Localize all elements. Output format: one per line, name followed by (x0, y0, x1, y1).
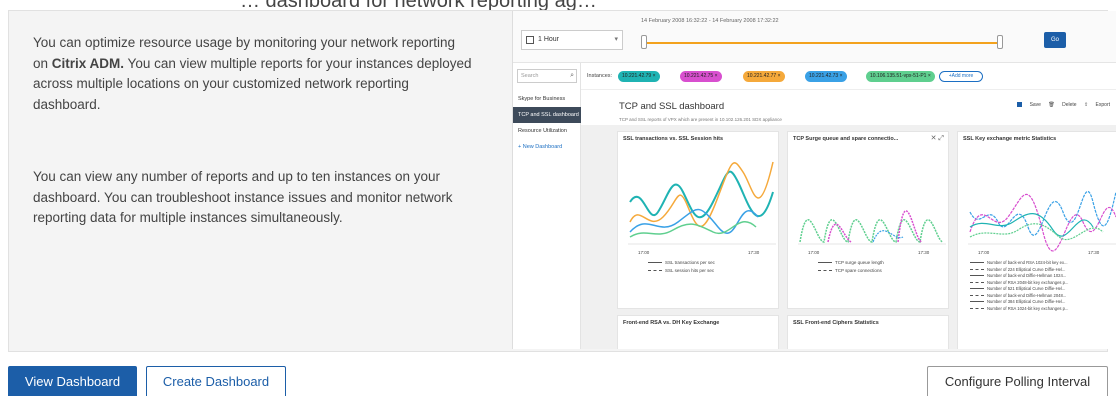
dashboard-sidebar: Search ⌕ Skype for Business TCP and SSL d… (513, 63, 581, 349)
configure-polling-interval-button[interactable]: Configure Polling Interval (927, 366, 1108, 396)
chart-legend-item: Number of RSA 1024-bit key exchanges p..… (970, 306, 1068, 311)
dashboard-title: TCP and SSL dashboard (619, 101, 725, 112)
add-more-instances: +Add more (939, 71, 983, 82)
dashboard-preview-image: 1 Hour ▾ 14 February 2008 16:32:22 - 14 F… (512, 11, 1116, 349)
chart-tick: 17:30 (748, 250, 760, 255)
dashboard-subtitle: TCP and SSL reports of VPX which are pre… (619, 117, 782, 122)
chart-tick: 17:00 (808, 250, 820, 255)
instance-pill: 10.221.42.73 × (805, 71, 847, 82)
sidebar-search: Search ⌕ (517, 69, 577, 83)
delete-action: 🗑 Delete (1048, 102, 1077, 108)
description-paragraph-2: You can view any number of reports and u… (33, 169, 453, 225)
export-action: ⇪ Export (1083, 102, 1110, 108)
chart-legend-item: Number of 224 Elliptical Curve Diffie-He… (970, 267, 1065, 272)
chart-card-ssl-key-exchange: SSL Key exchange metric Statistics 17:00… (957, 131, 1116, 349)
time-slider-handle-end (997, 35, 1003, 49)
chart-tick: 17:00 (638, 250, 650, 255)
go-button: Go (1044, 32, 1066, 48)
chevron-down-icon: ▾ (614, 36, 618, 43)
sidebar-item-resource: Resource Utilization (518, 128, 567, 134)
instances-label: Instances: (587, 73, 613, 79)
view-dashboard-button[interactable]: View Dashboard (8, 366, 137, 396)
chart-legend-item: Number of back-end RSA 1024-bit key ex..… (970, 260, 1068, 265)
time-range-bar: 1 Hour ▾ 14 February 2008 16:32:22 - 14 F… (513, 11, 1116, 63)
chart-legend-item: Number of back-end Diffie-Hellman 1024..… (970, 273, 1066, 278)
card-title: SSL Front-end Ciphers Statistics (793, 320, 879, 326)
chart-tick: 17:30 (1088, 250, 1100, 255)
sidebar-item-new-dashboard: + New Dashboard (518, 144, 563, 150)
instance-pill: 10.221.42.79 × (618, 71, 660, 82)
info-panel: You can optimize resource usage by monit… (8, 10, 1116, 352)
instance-pill: 10.221.42.77 × (743, 71, 785, 82)
ssl-transactions-chart (628, 161, 776, 245)
time-period-select: 1 Hour ▾ (521, 30, 623, 50)
tcp-surge-chart (798, 210, 946, 245)
chart-legend-item: SSL transactions per sec (648, 260, 715, 265)
card-title: Front-end RSA vs. DH Key Exchange (623, 320, 720, 326)
create-dashboard-button[interactable]: Create Dashboard (146, 366, 286, 396)
chart-legend-item: Number of 384 Elliptical Curve Diffie-He… (970, 299, 1065, 304)
time-range-label: 14 February 2008 16:32:22 - 14 February … (641, 18, 779, 24)
instance-pill: 10.106.135.51-vpx-51-P1 × (866, 71, 935, 82)
chart-legend-item: Number of RSA 2048-bit key exchanges p..… (970, 280, 1068, 285)
chart-tick: 17:30 (918, 250, 930, 255)
save-icon (1016, 102, 1022, 107)
sidebar-item-skype: Skype for Business (518, 96, 566, 102)
chart-legend-item: TCP spare connections (818, 268, 882, 273)
chart-legend-item: SSL session hits per sec (648, 268, 714, 273)
dashboard-actions: Save 🗑 Delete ⇪ Export (1011, 102, 1110, 108)
calendar-icon (526, 36, 534, 44)
description-paragraph-1: You can optimize resource usage by monit… (33, 35, 472, 112)
chart-legend-item: Number of 521 Elliptical Curve Diffie-He… (970, 286, 1065, 291)
search-icon: ⌕ (570, 72, 574, 79)
time-slider-track (645, 42, 1001, 44)
instance-pill: 10.221.42.75 × (680, 71, 722, 82)
chart-legend-item: TCP surge queue length (818, 260, 884, 265)
chart-card-front-end-ciphers: SSL Front-end Ciphers Statistics (787, 315, 949, 349)
chart-card-tcp-surge: TCP Surge queue and spare connectio... ✕… (787, 131, 949, 309)
save-action: Save (1016, 102, 1041, 108)
chart-card-ssl-transactions: SSL transactions vs. SSL Session hits 17… (617, 131, 779, 309)
sidebar-item-tcp-ssl: TCP and SSL dashboard (513, 107, 581, 123)
chart-legend-item: Number of back-end Diffie-Hellman 2048..… (970, 293, 1066, 298)
brand-name: Citrix ADM. (51, 55, 125, 71)
chart-tick: 17:00 (978, 250, 990, 255)
dashboard-cards-area: SSL transactions vs. SSL Session hits 17… (581, 125, 1116, 349)
time-slider-handle-start (641, 35, 647, 49)
chart-card-front-end-rsa: Front-end RSA vs. DH Key Exchange (617, 315, 779, 349)
instances-row: Instances: 10.221.42.79 × 10.221.42.75 ×… (581, 63, 1116, 90)
